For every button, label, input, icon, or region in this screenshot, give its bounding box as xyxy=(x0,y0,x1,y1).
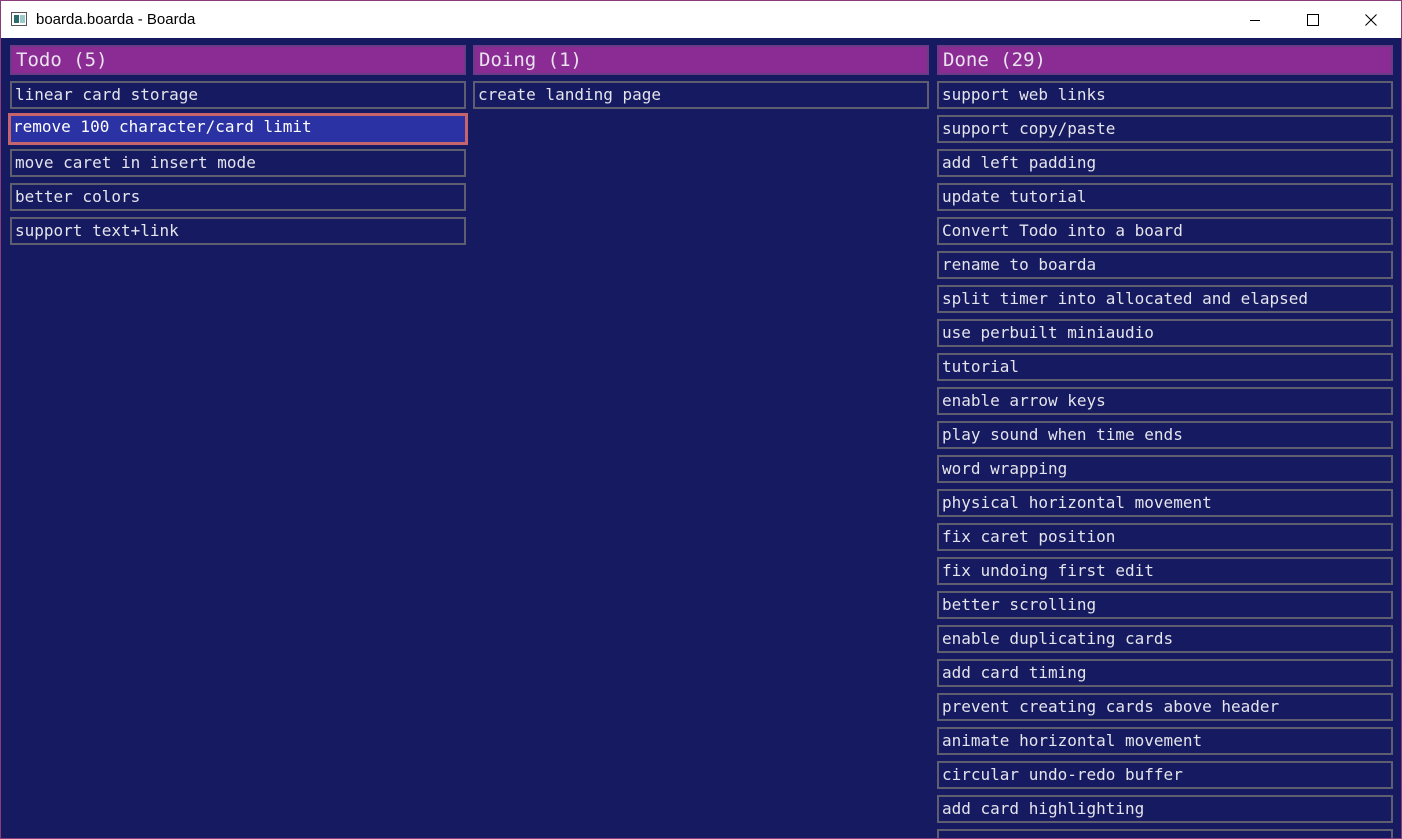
card[interactable]: update tutorial xyxy=(937,183,1393,211)
card[interactable]: linear card storage xyxy=(10,81,466,109)
card[interactable]: create landing page xyxy=(473,81,929,109)
card[interactable]: enable arrow keys xyxy=(937,387,1393,415)
card[interactable]: play sound when time ends xyxy=(937,421,1393,449)
card[interactable]: use perbuilt miniaudio xyxy=(937,319,1393,347)
maximize-button[interactable] xyxy=(1284,1,1342,38)
minimize-icon xyxy=(1250,19,1260,21)
column-header[interactable]: Done (29) xyxy=(937,45,1393,75)
card[interactable]: support web links xyxy=(937,81,1393,109)
close-icon xyxy=(1365,13,1377,26)
card[interactable]: circular undo-redo buffer xyxy=(937,761,1393,789)
card[interactable]: better scrolling xyxy=(937,591,1393,619)
app-icon xyxy=(11,12,27,26)
card[interactable]: support copy/paste xyxy=(937,115,1393,143)
column-header[interactable]: Doing (1) xyxy=(473,45,929,75)
card[interactable]: add card timing xyxy=(937,659,1393,687)
card[interactable]: move caret in insert mode xyxy=(10,149,466,177)
card[interactable]: fix caret position xyxy=(937,523,1393,551)
maximize-icon xyxy=(1307,13,1319,26)
column-todo: Todo (5) linear card storage remove 100 … xyxy=(8,45,468,245)
card[interactable]: rename to boarda xyxy=(937,251,1393,279)
card[interactable]: physical horizontal movement xyxy=(937,489,1393,517)
card-partial[interactable] xyxy=(937,829,1393,838)
app-window: boarda.boarda - Boarda Todo (5) linear c… xyxy=(0,0,1402,839)
card[interactable]: add left padding xyxy=(937,149,1393,177)
card-selected[interactable]: remove 100 character/card limit xyxy=(8,113,468,145)
card[interactable]: Convert Todo into a board xyxy=(937,217,1393,245)
card[interactable]: fix undoing first edit xyxy=(937,557,1393,585)
column-header[interactable]: Todo (5) xyxy=(10,45,466,75)
card[interactable]: enable duplicating cards xyxy=(937,625,1393,653)
card[interactable]: prevent creating cards above header xyxy=(937,693,1393,721)
minimize-button[interactable] xyxy=(1226,1,1284,38)
card[interactable]: better colors xyxy=(10,183,466,211)
close-button[interactable] xyxy=(1342,1,1400,38)
card[interactable]: split timer into allocated and elapsed xyxy=(937,285,1393,313)
card[interactable]: tutorial xyxy=(937,353,1393,381)
window-title: boarda.boarda - Boarda xyxy=(36,11,196,28)
column-done: Done (29) support web links support copy… xyxy=(937,45,1393,838)
card[interactable]: word wrapping xyxy=(937,455,1393,483)
board: Todo (5) linear card storage remove 100 … xyxy=(1,38,1401,838)
title-bar[interactable]: boarda.boarda - Boarda xyxy=(1,1,1401,38)
card[interactable]: support text+link xyxy=(10,217,466,245)
column-doing: Doing (1) create landing page xyxy=(473,45,929,109)
card[interactable]: animate horizontal movement xyxy=(937,727,1393,755)
card[interactable]: add card highlighting xyxy=(937,795,1393,823)
